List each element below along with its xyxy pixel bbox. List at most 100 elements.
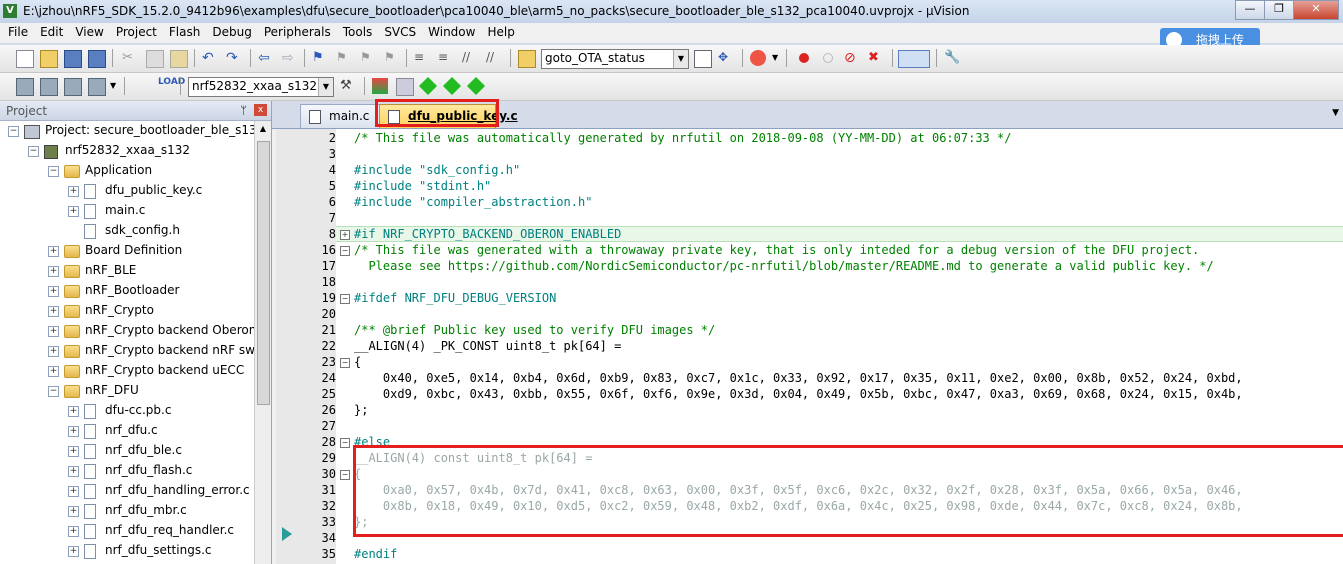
uncomment-icon[interactable]: // <box>486 50 502 66</box>
clear-bookmarks-icon[interactable]: ⚑ <box>384 50 400 66</box>
translate-icon[interactable] <box>16 78 34 96</box>
expand-icon[interactable]: + <box>48 326 59 337</box>
expand-icon[interactable]: + <box>48 246 59 257</box>
download-icon[interactable]: LOAD <box>158 78 185 94</box>
expand-icon[interactable]: + <box>48 366 59 377</box>
expand-icon[interactable]: + <box>48 306 59 317</box>
expand-icon[interactable]: + <box>68 446 79 457</box>
expand-icon[interactable]: + <box>48 266 59 277</box>
menu-window[interactable]: Window <box>420 23 479 39</box>
target-options-icon[interactable]: ⚒ <box>340 78 356 94</box>
bookmark-icon[interactable]: ⚑ <box>312 50 328 66</box>
save-icon[interactable] <box>64 50 82 68</box>
prev-bookmark-icon[interactable]: ⚑ <box>336 50 352 66</box>
tree-item[interactable]: − nRF_DFU <box>0 381 254 401</box>
expand-icon[interactable]: + <box>48 286 59 297</box>
nav-back-icon[interactable]: ⇦ <box>258 50 274 66</box>
undo-icon[interactable]: ↶ <box>202 50 218 66</box>
manage-components-icon[interactable] <box>372 78 388 94</box>
expand-fold-icon[interactable]: + <box>340 230 350 240</box>
chevron-down-icon[interactable]: ▼ <box>318 78 333 96</box>
tree-item[interactable]: − Application <box>0 161 254 181</box>
cut-icon[interactable]: ✂ <box>122 50 138 66</box>
tree-item[interactable]: + Board Definition <box>0 241 254 261</box>
tree-item[interactable]: + nrf_dfu_settings.c <box>0 541 254 561</box>
tree-item[interactable]: + dfu-cc.pb.c <box>0 401 254 421</box>
tree-item[interactable]: + nrf_dfu_mbr.c <box>0 501 254 521</box>
menu-edit[interactable]: Edit <box>32 23 67 39</box>
chevron-down-icon[interactable]: ▼ <box>673 50 688 68</box>
expand-icon[interactable]: + <box>68 466 79 477</box>
collapse-fold-icon[interactable]: − <box>340 294 350 304</box>
expand-icon[interactable]: + <box>48 346 59 357</box>
collapse-icon[interactable]: − <box>28 146 39 157</box>
collapse-icon[interactable]: − <box>48 386 59 397</box>
configure-icon[interactable]: 🔧 <box>944 50 960 66</box>
menu-view[interactable]: View <box>67 23 107 39</box>
goto-symbol-combo[interactable]: goto_OTA_status ▼ <box>541 49 689 69</box>
tree-item[interactable]: + nRF_Bootloader <box>0 281 254 301</box>
debug-session-icon[interactable] <box>750 50 766 66</box>
expand-icon[interactable]: + <box>68 506 79 517</box>
tree-item[interactable]: + nrf_dfu_flash.c <box>0 461 254 481</box>
pin-icon[interactable]: ᛘ <box>240 104 247 117</box>
redo-icon[interactable]: ↷ <box>226 50 242 66</box>
expand-icon[interactable]: + <box>68 186 79 197</box>
tree-item[interactable]: + nRF_BLE <box>0 261 254 281</box>
batch-build-icon[interactable] <box>88 78 106 96</box>
expand-icon[interactable]: + <box>68 486 79 497</box>
tree-item[interactable]: + nrf_dfu.c <box>0 421 254 441</box>
tree-item[interactable]: + nRF_Crypto <box>0 301 254 321</box>
expand-icon[interactable]: + <box>68 406 79 417</box>
collapse-icon[interactable]: − <box>8 126 19 137</box>
expand-icon[interactable]: + <box>68 546 79 557</box>
menu-project[interactable]: Project <box>108 23 161 39</box>
tab-list-dropdown-icon[interactable]: ▼ <box>1332 108 1339 118</box>
next-bookmark-icon[interactable]: ⚑ <box>360 50 376 66</box>
kill-breakpoints-icon[interactable]: ✖ <box>868 50 884 66</box>
pack-installer-icon[interactable] <box>418 76 438 96</box>
incremental-find-icon[interactable] <box>694 50 712 68</box>
build-icon[interactable] <box>40 78 58 96</box>
tree-item[interactable]: + nRF_Crypto backend nRF sw <box>0 341 254 361</box>
tree-item[interactable]: + nrf_dfu_ble.c <box>0 441 254 461</box>
minimize-button[interactable]: — <box>1235 0 1265 20</box>
collapse-fold-icon[interactable]: − <box>340 470 350 480</box>
collapse-icon[interactable]: − <box>48 166 59 177</box>
nav-forward-icon[interactable]: ⇨ <box>282 50 298 66</box>
expand-icon[interactable]: + <box>68 206 79 217</box>
close-panel-icon[interactable]: x <box>254 104 267 116</box>
copy-icon[interactable] <box>146 50 164 68</box>
window-layout-icon[interactable] <box>898 50 930 68</box>
unindent-icon[interactable]: ≡ <box>438 50 454 66</box>
new-file-icon[interactable] <box>16 50 34 68</box>
menu-flash[interactable]: Flash <box>161 23 204 39</box>
tree-item[interactable]: − Project: secure_bootloader_ble_s132_pc <box>0 121 254 141</box>
tree-item[interactable]: sdk_config.h <box>0 221 254 241</box>
collapse-fold-icon[interactable]: − <box>340 438 350 448</box>
menu-peripherals[interactable]: Peripherals <box>256 23 335 39</box>
disable-all-breakpoints-icon[interactable]: ⊘ <box>844 50 860 66</box>
rebuild-icon[interactable] <box>64 78 82 96</box>
menu-file[interactable]: File <box>0 23 32 39</box>
close-window-button[interactable]: ✕ <box>1293 0 1339 20</box>
tree-item[interactable]: + main.c <box>0 201 254 221</box>
disable-breakpoint-icon[interactable] <box>820 50 836 66</box>
tree-item[interactable]: + nRF_Crypto backend Oberon <box>0 321 254 341</box>
expand-icon[interactable]: + <box>68 526 79 537</box>
target-select[interactable]: nrf52832_xxaa_s132 ▼ <box>188 77 334 97</box>
save-all-icon[interactable] <box>88 50 106 68</box>
collapse-fold-icon[interactable]: − <box>340 246 350 256</box>
scroll-up-icon[interactable]: ▲ <box>255 121 271 137</box>
rte-icon[interactable] <box>442 76 462 96</box>
tree-item[interactable]: + nRF_Crypto backend uECC <box>0 361 254 381</box>
menu-tools[interactable]: Tools <box>335 23 377 39</box>
menu-svcs[interactable]: SVCS <box>376 23 420 39</box>
menu-help[interactable]: Help <box>479 23 518 39</box>
indent-icon[interactable]: ≡ <box>414 50 430 66</box>
comment-icon[interactable]: // <box>462 50 478 66</box>
tree-item[interactable]: + nrf_dfu_handling_error.c <box>0 481 254 501</box>
tree-item[interactable]: + dfu_public_key.c <box>0 181 254 201</box>
breakpoint-icon[interactable] <box>796 50 812 66</box>
paste-icon[interactable] <box>170 50 188 68</box>
